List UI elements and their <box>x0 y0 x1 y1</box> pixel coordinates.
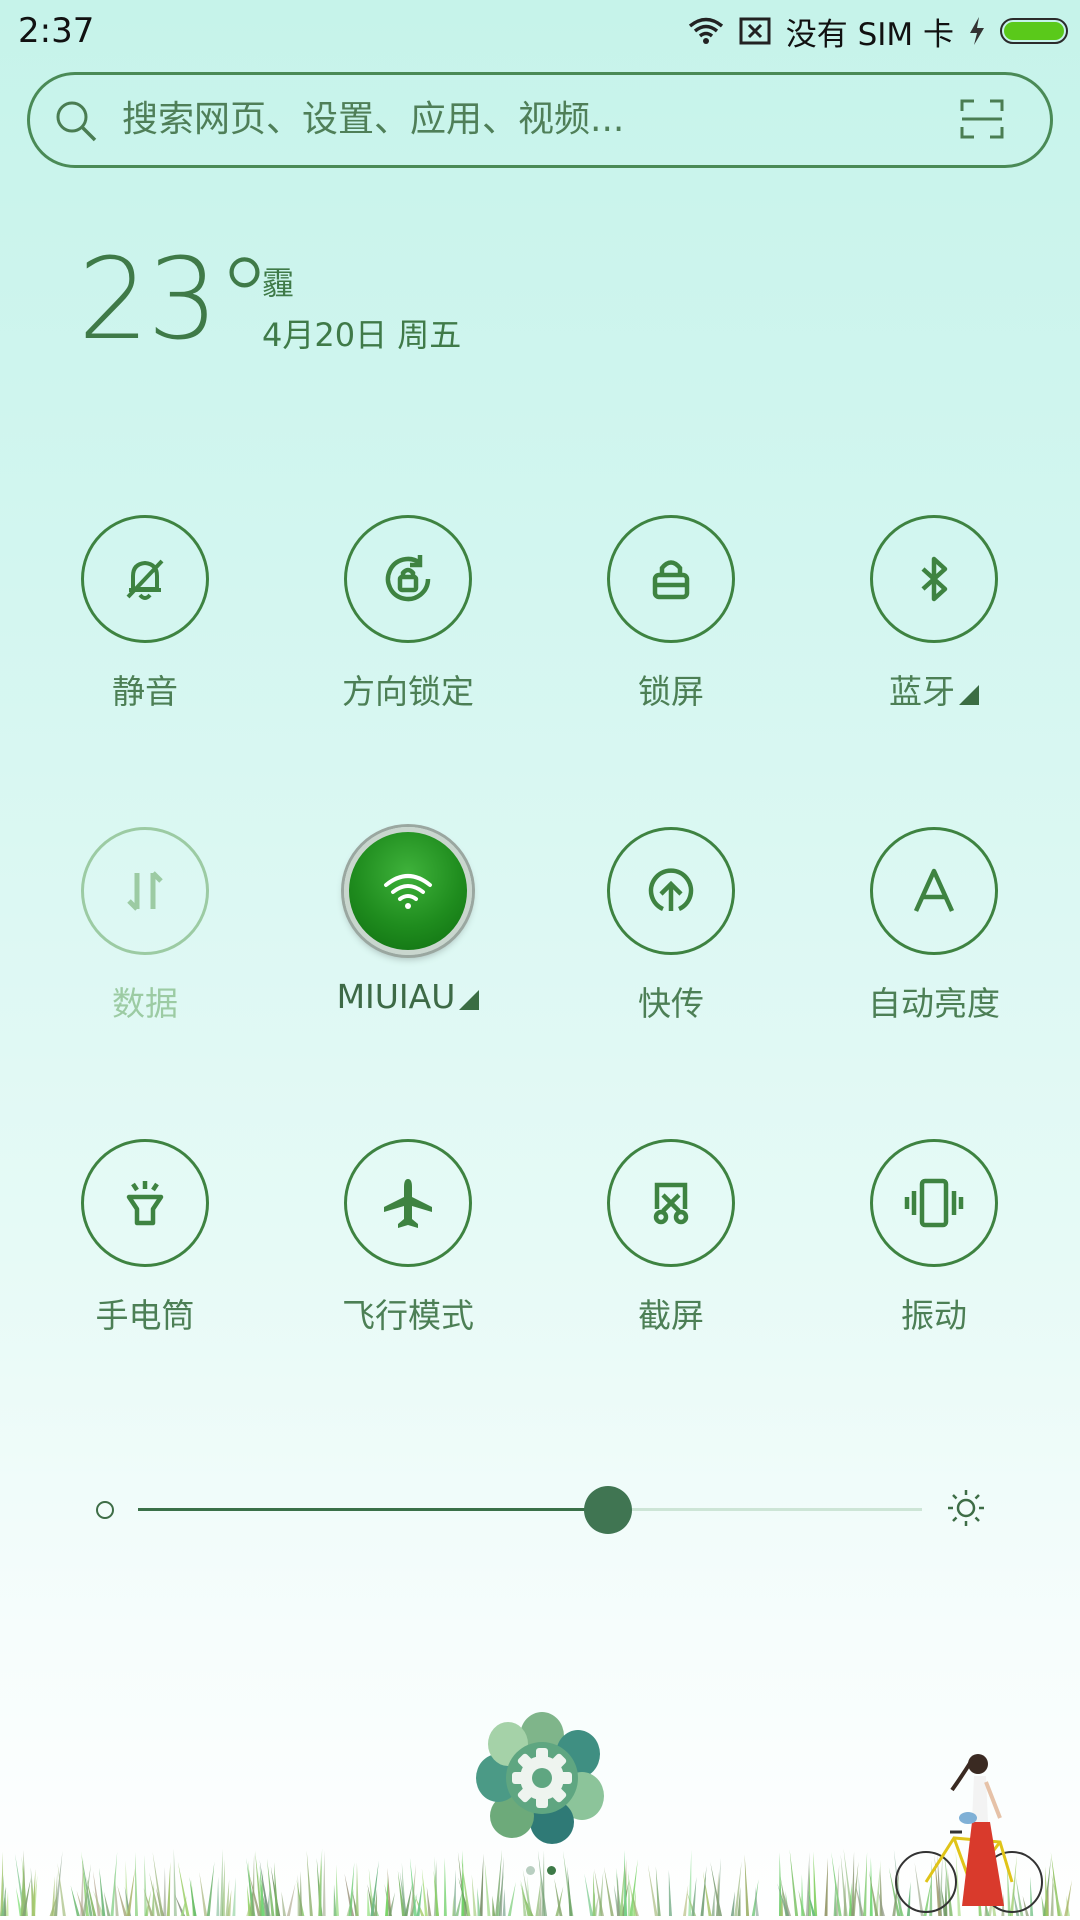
toggle-label: 手电筒 <box>95 1296 195 1335</box>
toggle-label: 振动 <box>901 1296 967 1335</box>
toggle-label: 数据 <box>112 984 178 1023</box>
toggle-label: 锁屏 <box>638 672 704 711</box>
search-icon <box>52 97 100 149</box>
toggle-label: 方向锁定 <box>342 672 474 711</box>
rotation-lock-icon <box>344 515 472 643</box>
toggle-mobile-data[interactable]: 数据 <box>45 827 245 1047</box>
toggle-flashlight[interactable]: 手电筒 <box>45 1139 245 1359</box>
toggle-label: 蓝牙 <box>794 665 1074 713</box>
brightness-slider-fill <box>138 1508 609 1511</box>
sim-status-text: 没有 SIM 卡 <box>785 16 954 53</box>
scan-icon[interactable] <box>960 97 1004 145</box>
toggle-label-text: 蓝牙 <box>889 672 955 711</box>
toggle-label: 自动亮度 <box>868 984 1000 1023</box>
expand-caret-icon[interactable] <box>459 990 480 1010</box>
weather-condition: 霾 <box>262 264 295 302</box>
upload-icon <box>607 827 735 955</box>
lock-icon <box>607 515 735 643</box>
wifi-icon <box>344 827 472 955</box>
charging-icon <box>968 16 986 46</box>
toggle-label: 快传 <box>638 984 704 1023</box>
search-input[interactable]: 搜索网页、设置、应用、视频... <box>122 75 624 165</box>
toggle-wifi[interactable]: MIUIAU <box>308 827 508 1047</box>
brightness-max-icon <box>946 1488 986 1532</box>
bell-off-icon <box>81 515 209 643</box>
no-sim-icon <box>738 16 772 46</box>
wifi-icon <box>688 17 724 45</box>
toggle-rotation-lock[interactable]: 方向锁定 <box>308 515 508 735</box>
toggle-label: 截屏 <box>638 1296 704 1335</box>
brightness-slider[interactable] <box>138 1508 922 1511</box>
toggle-bluetooth[interactable]: 蓝牙 <box>834 515 1034 735</box>
weather-date: 4月20日 周五 <box>262 316 462 354</box>
toggle-quick-share[interactable]: 快传 <box>571 827 771 1047</box>
toggle-auto-brightness[interactable]: 自动亮度 <box>834 827 1034 1047</box>
mobile-data-icon <box>81 827 209 955</box>
expand-caret-icon[interactable] <box>959 685 979 705</box>
weather-temperature[interactable]: 23° <box>78 240 273 360</box>
toggle-label: MIUIAU <box>268 977 548 1016</box>
screenshot-icon <box>607 1139 735 1267</box>
search-bar[interactable]: 搜索网页、设置、应用、视频... <box>27 72 1053 168</box>
settings-icon[interactable] <box>472 1708 612 1852</box>
toggle-label: 静音 <box>112 672 178 711</box>
toggle-silent[interactable]: 静音 <box>45 515 245 735</box>
toggle-label-text: MIUIAU <box>336 977 456 1016</box>
auto-brightness-icon <box>870 827 998 955</box>
battery-icon <box>1000 18 1068 44</box>
toggle-airplane-mode[interactable]: 飞行模式 <box>308 1139 508 1359</box>
vibrate-icon <box>870 1139 998 1267</box>
toggle-label: 飞行模式 <box>342 1296 474 1335</box>
battery-level-fill <box>1004 22 1064 40</box>
bluetooth-icon <box>870 515 998 643</box>
toggle-vibrate[interactable]: 振动 <box>834 1139 1034 1359</box>
toggle-screenshot[interactable]: 截屏 <box>571 1139 771 1359</box>
status-icons: 没有 SIM 卡 <box>688 6 1068 56</box>
girl-bicycle-illustration <box>892 1746 1052 1920</box>
airplane-icon <box>344 1139 472 1267</box>
brightness-slider-thumb[interactable] <box>584 1486 633 1534</box>
toggle-lock-screen[interactable]: 锁屏 <box>571 515 771 735</box>
brightness-min-icon <box>96 1501 114 1519</box>
status-bar: 2:37 没有 SIM 卡 <box>0 0 1080 62</box>
status-time: 2:37 <box>18 11 95 51</box>
flashlight-icon <box>81 1139 209 1267</box>
